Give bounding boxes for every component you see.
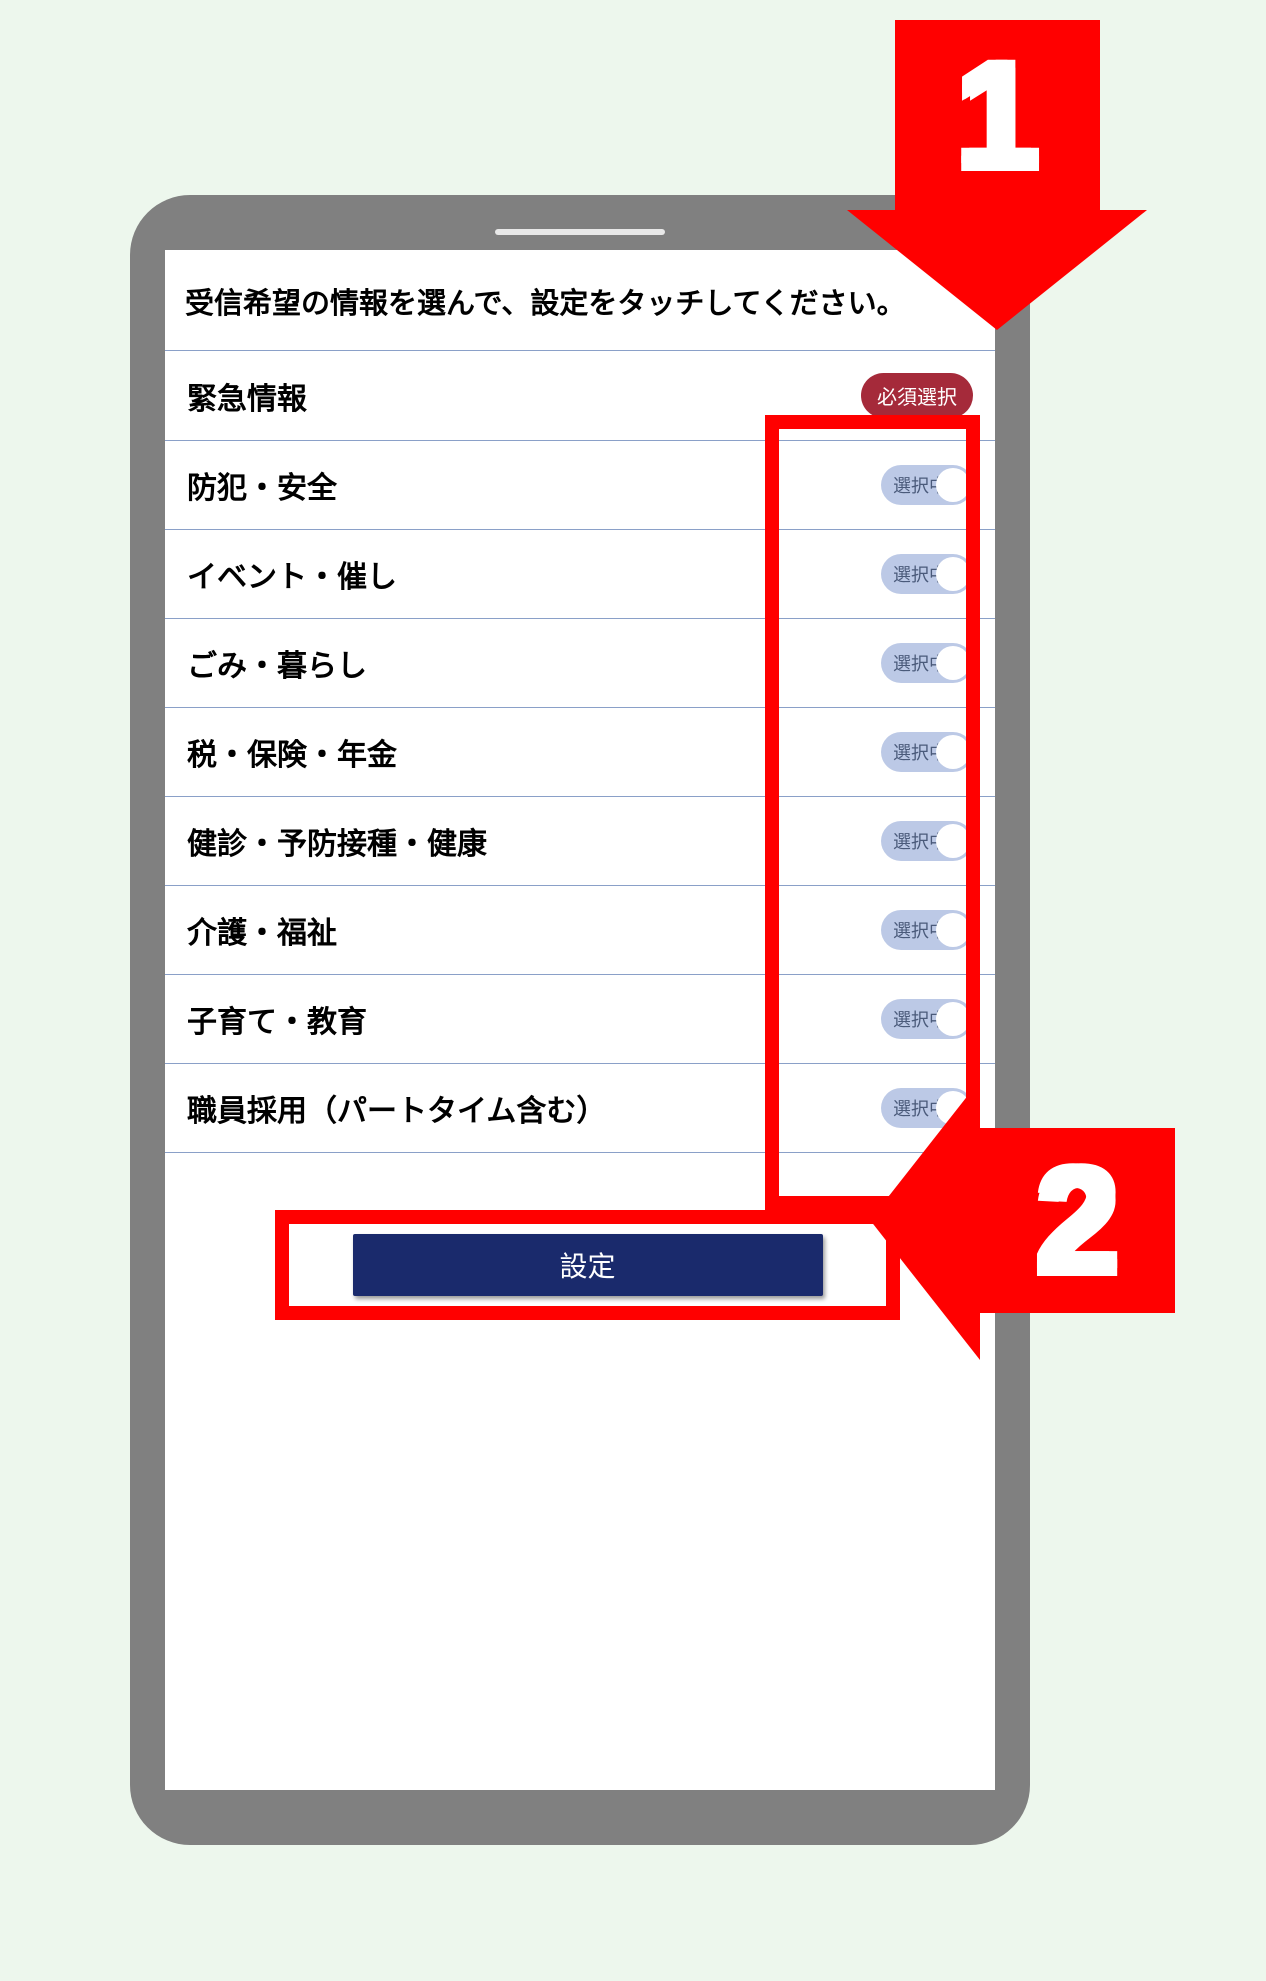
selection-toggle[interactable]: 選択中 [881,554,973,594]
category-label: 職員採用（パートタイム含む） [187,1086,606,1130]
category-label: 防犯・安全 [187,463,337,507]
callout-number-1: 1 [956,29,1039,202]
category-row: 子育て・教育 選択中 [165,974,995,1063]
app-screen: 受信希望の情報を選んで、設定をタッチしてください。 緊急情報必須選択防犯・安全選… [165,250,995,1790]
speaker-slot [495,229,665,235]
toggle-knob [936,557,970,591]
selection-toggle[interactable]: 選択中 [881,465,973,505]
category-row: イベント・催し 選択中 [165,529,995,618]
category-row: 税・保険・年金 選択中 [165,707,995,796]
category-label: ごみ・暮らし [187,641,367,685]
selection-toggle[interactable]: 選択中 [881,732,973,772]
tablet-frame: 受信希望の情報を選んで、設定をタッチしてください。 緊急情報必須選択防犯・安全選… [130,195,1030,1845]
category-label: 緊急情報 [187,374,307,418]
category-row: 緊急情報 必須選択 [165,350,995,440]
callout-arrow-2: 2 [870,1080,1175,1360]
category-label: 子育て・教育 [187,997,367,1041]
toggle-knob [936,913,970,947]
category-row: 介護・福祉 選択中 [165,885,995,974]
category-label: 健診・予防接種・健康 [187,819,487,863]
category-row: ごみ・暮らし 選択中 [165,618,995,707]
required-badge: 必須選択 [861,373,973,418]
toggle-knob [936,824,970,858]
callout-number-2: 2 [1036,1134,1119,1307]
category-row: 健診・予防接種・健康 選択中 [165,796,995,885]
callout-highlight-submit: 設定 [275,1210,900,1320]
category-label: 介護・福祉 [187,908,337,952]
arrow-left-icon [870,1080,980,1360]
submit-button[interactable]: 設定 [353,1234,823,1296]
category-label: イベント・催し [187,552,397,596]
selection-toggle[interactable]: 選択中 [881,999,973,1039]
selection-toggle[interactable]: 選択中 [881,821,973,861]
category-row: 防犯・安全 選択中 [165,440,995,529]
toggle-knob [936,468,970,502]
arrow-down-icon [847,210,1147,330]
toggle-knob [936,646,970,680]
selection-toggle[interactable]: 選択中 [881,910,973,950]
toggle-knob [936,1002,970,1036]
category-label: 税・保険・年金 [187,730,397,774]
selection-toggle[interactable]: 選択中 [881,643,973,683]
callout-arrow-1: 1 [895,20,1147,330]
toggle-knob [936,735,970,769]
